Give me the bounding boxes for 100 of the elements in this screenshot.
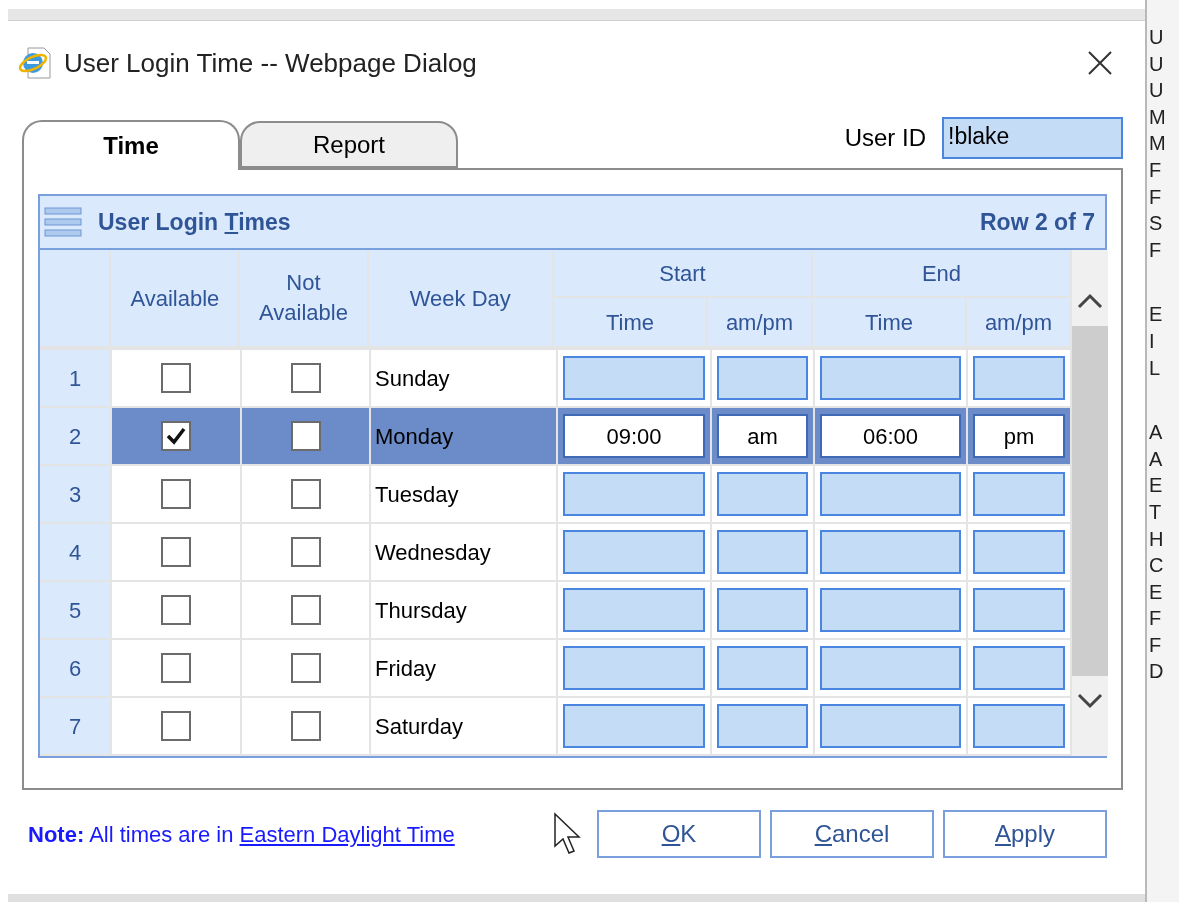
- column-header: Time: [554, 298, 708, 346]
- grid-title: User Login Times: [98, 207, 291, 237]
- check-icon: [166, 427, 186, 445]
- table-row[interactable]: 1 Sunday: [40, 350, 1072, 408]
- week-day: Monday: [375, 419, 454, 453]
- background-text: A: [1149, 446, 1164, 472]
- input-field[interactable]: [717, 472, 808, 516]
- background-text: T: [1149, 499, 1163, 525]
- input-field[interactable]: [973, 646, 1065, 690]
- background-text: E: [1149, 302, 1164, 328]
- checkbox[interactable]: [290, 479, 321, 509]
- input-field[interactable]: pm: [973, 414, 1065, 458]
- input-field[interactable]: [973, 588, 1065, 632]
- input-field[interactable]: [973, 356, 1065, 400]
- column-group-header: Start: [554, 250, 811, 298]
- checkbox[interactable]: [290, 537, 321, 567]
- table-row[interactable]: 5 Thursday: [40, 582, 1072, 640]
- scroll-up-icon[interactable]: [1076, 292, 1104, 310]
- input-field[interactable]: 09:00: [563, 414, 705, 458]
- input-field[interactable]: [973, 704, 1065, 748]
- table-row[interactable]: 3 Tuesday: [40, 466, 1072, 524]
- input-field[interactable]: [820, 356, 961, 400]
- dialog-button[interactable]: Cancel: [770, 810, 934, 858]
- input-field[interactable]: [563, 588, 705, 632]
- background-text: I: [1149, 328, 1156, 354]
- input-field[interactable]: [973, 472, 1065, 516]
- input-field[interactable]: [820, 588, 961, 632]
- column-header: Time: [813, 298, 967, 346]
- week-day: Tuesday: [375, 477, 459, 511]
- background-text: E: [1149, 579, 1164, 605]
- checkbox[interactable]: [290, 711, 321, 741]
- input-field[interactable]: [717, 356, 808, 400]
- dialog-button[interactable]: OK: [597, 810, 761, 858]
- tab[interactable]: Time: [22, 120, 240, 170]
- note-text: Note: All times are in Eastern Daylight Time: [28, 820, 455, 849]
- checkbox[interactable]: [161, 537, 191, 567]
- checkbox[interactable]: [161, 653, 191, 683]
- checkbox[interactable]: [161, 421, 191, 451]
- background-text: M: [1149, 131, 1167, 157]
- week-day: Saturday: [375, 709, 464, 743]
- background-text: F: [1149, 606, 1163, 632]
- checkbox[interactable]: [161, 595, 191, 625]
- scrollbar[interactable]: [1072, 250, 1108, 756]
- background-text: M: [1149, 104, 1167, 130]
- window-title: User Login Time -- Webpage Dialog: [64, 46, 477, 80]
- input-field[interactable]: [820, 646, 961, 690]
- input-field[interactable]: [717, 646, 808, 690]
- background-text: E: [1149, 473, 1164, 499]
- background-text: D: [1149, 659, 1165, 685]
- timezone-link[interactable]: Eastern Daylight Time: [239, 821, 455, 847]
- week-day: Friday: [375, 651, 437, 685]
- background-text: F: [1149, 237, 1163, 263]
- column-group-header: End: [813, 250, 1070, 298]
- input-field[interactable]: 06:00: [820, 414, 961, 458]
- checkbox[interactable]: [290, 363, 321, 393]
- user-id-label: User ID: [844, 123, 926, 153]
- checkbox[interactable]: [290, 595, 321, 625]
- background-text: U: [1149, 25, 1165, 50]
- background-text: U: [1149, 78, 1165, 104]
- input-field[interactable]: [717, 588, 808, 632]
- scroll-down-icon[interactable]: [1076, 692, 1104, 710]
- table-row[interactable]: 4 Wednesday: [40, 524, 1072, 582]
- checkbox[interactable]: [290, 421, 321, 451]
- background-text: S: [1149, 211, 1164, 237]
- user-id-field[interactable]: !blake: [942, 117, 1123, 159]
- input-field[interactable]: [563, 704, 705, 748]
- input-field[interactable]: [973, 530, 1065, 574]
- table-row[interactable]: 6 Friday: [40, 640, 1072, 698]
- background-text: U: [1149, 51, 1165, 77]
- browser-icon: [18, 45, 54, 81]
- input-field[interactable]: [563, 530, 705, 574]
- input-field[interactable]: [563, 472, 705, 516]
- close-icon[interactable]: [1087, 50, 1113, 76]
- input-field[interactable]: [820, 704, 961, 748]
- column-header: am/pm: [983, 308, 1054, 337]
- background-text: H: [1149, 526, 1165, 552]
- background-text: L: [1149, 355, 1162, 381]
- checkbox[interactable]: [161, 363, 191, 393]
- week-day: Sunday: [375, 361, 450, 395]
- input-field[interactable]: [820, 472, 961, 516]
- table-row[interactable]: 2 Monday 09:00 am 06:00 pm: [40, 408, 1072, 466]
- input-field[interactable]: [717, 530, 808, 574]
- menu-icon[interactable]: [44, 206, 82, 238]
- input-field[interactable]: [717, 704, 808, 748]
- tab[interactable]: Report: [240, 121, 458, 168]
- checkbox[interactable]: [161, 479, 191, 509]
- input-field[interactable]: [820, 530, 961, 574]
- table-row[interactable]: 7 Saturday: [40, 698, 1072, 756]
- checkbox[interactable]: [290, 653, 321, 683]
- background-text: F: [1149, 157, 1163, 183]
- input-field[interactable]: am: [717, 414, 808, 458]
- background-text: F: [1149, 184, 1163, 210]
- input-field[interactable]: [563, 356, 705, 400]
- column-header: am/pm: [724, 308, 795, 337]
- cursor-icon: [553, 812, 583, 856]
- checkbox[interactable]: [161, 711, 191, 741]
- dialog-button[interactable]: Apply: [943, 810, 1107, 858]
- input-field[interactable]: [563, 646, 705, 690]
- background-text: C: [1149, 553, 1165, 579]
- background-text: A: [1149, 420, 1164, 446]
